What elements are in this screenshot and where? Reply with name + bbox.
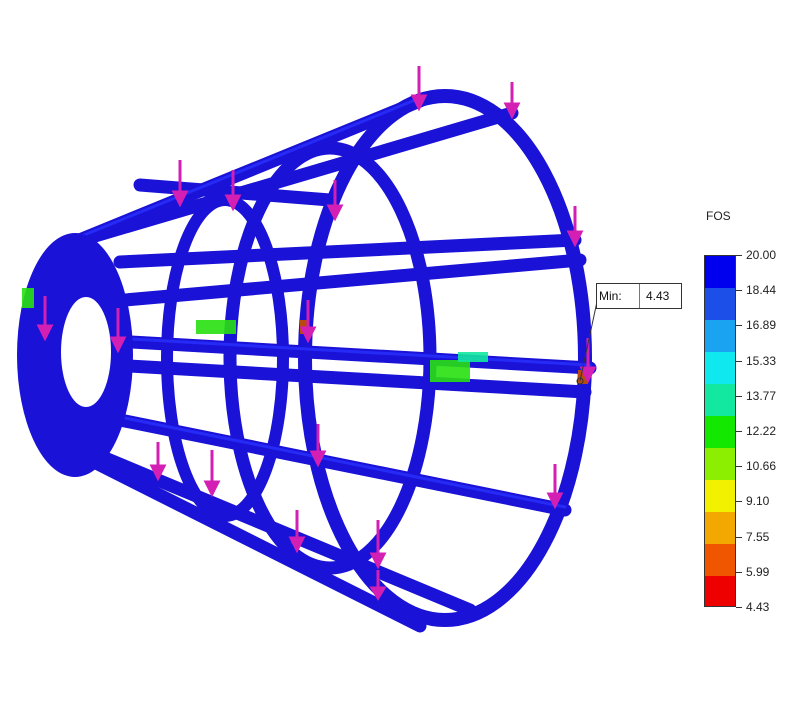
legend-tick bbox=[736, 466, 742, 468]
legend-tick bbox=[736, 571, 742, 573]
legend-swatch bbox=[705, 576, 735, 606]
legend-label: 18.44 bbox=[746, 283, 777, 298]
struts bbox=[53, 94, 597, 633]
legend-tick bbox=[736, 536, 742, 538]
legend-tick bbox=[736, 607, 742, 608]
legend-label: 10.66 bbox=[746, 459, 777, 474]
load-arrow-icon bbox=[546, 464, 564, 510]
legend-tick bbox=[736, 501, 742, 503]
small-end-hole bbox=[61, 297, 111, 407]
legend-swatch bbox=[705, 352, 735, 384]
legend-swatch bbox=[705, 512, 735, 544]
legend-title: FOS bbox=[706, 209, 731, 223]
legend-swatch bbox=[705, 288, 735, 320]
legend-tick bbox=[736, 325, 742, 327]
load-arrow-icon bbox=[149, 442, 167, 482]
legend-swatch bbox=[705, 320, 735, 352]
legend-swatch bbox=[705, 480, 735, 512]
legend-label: 13.77 bbox=[746, 388, 777, 403]
legend-tick bbox=[736, 431, 742, 432]
legend-label: 7.55 bbox=[746, 529, 770, 544]
load-arrow-icon bbox=[410, 66, 428, 112]
legend-swatch bbox=[705, 448, 735, 480]
legend-label: 12.22 bbox=[746, 424, 777, 438]
legend-swatch bbox=[705, 256, 735, 288]
legend-label: 15.33 bbox=[746, 353, 777, 368]
legend-label: 4.43 bbox=[746, 600, 770, 614]
legend-label: 9.10 bbox=[746, 494, 770, 509]
cage-frame bbox=[17, 89, 597, 633]
load-arrow-icon bbox=[203, 450, 221, 498]
legend-swatch bbox=[705, 416, 735, 448]
legend-tick bbox=[736, 360, 742, 362]
legend-label: 16.89 bbox=[746, 318, 777, 333]
legend-label: 20.00 bbox=[746, 248, 777, 262]
fos-plot-viewport[interactable] bbox=[0, 0, 808, 716]
fos-color-legend bbox=[704, 255, 736, 607]
legend-swatch bbox=[705, 544, 735, 576]
legend-label: 5.99 bbox=[746, 564, 770, 579]
load-arrow-icon bbox=[503, 82, 521, 120]
min-value: 4.43 bbox=[646, 289, 670, 303]
legend-tick bbox=[736, 255, 742, 256]
legend-tick bbox=[736, 290, 742, 292]
min-value-callout[interactable]: Min: 4.43 bbox=[596, 283, 682, 309]
legend-tick bbox=[736, 395, 742, 397]
min-prefix: Min: bbox=[597, 284, 640, 308]
legend-swatch bbox=[705, 384, 735, 416]
